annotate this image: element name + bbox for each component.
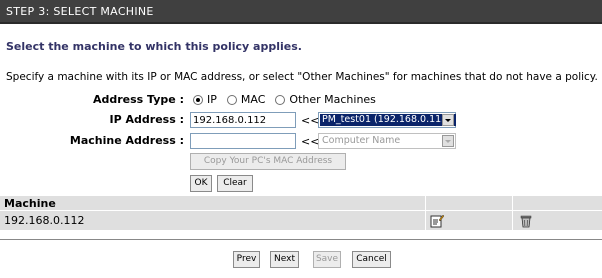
- copy-mac-address-button[interactable]: Copy Your PC's MAC Address: [190, 153, 346, 170]
- machine-computer-select[interactable]: Computer Name: [318, 133, 456, 149]
- column-divider: [425, 196, 426, 230]
- column-divider: [512, 196, 513, 230]
- ip-copy-arrow: <<: [301, 114, 320, 127]
- ok-button[interactable]: OK: [190, 175, 212, 192]
- ip-computer-select[interactable]: PM_test01 (192.168.0.112 ): [318, 112, 457, 128]
- ip-computer-select-value: PM_test01 (192.168.0.112 ): [319, 113, 457, 127]
- next-button[interactable]: Next: [270, 251, 299, 268]
- address-type-label: Address Type :: [92, 93, 184, 106]
- machine-cell: 192.168.0.112: [4, 214, 85, 227]
- step-title: STEP 3: SELECT MACHINE: [6, 5, 154, 18]
- save-button[interactable]: Save: [313, 251, 341, 268]
- radio-mac[interactable]: [226, 94, 237, 105]
- instructions-text: Specify a machine with its IP or MAC add…: [6, 71, 598, 83]
- clear-button[interactable]: Clear: [217, 175, 253, 192]
- ip-address-input[interactable]: [190, 112, 296, 128]
- chevron-down-icon: [442, 135, 454, 147]
- section-subtitle: Select the machine to which this policy …: [6, 40, 302, 53]
- radio-ip[interactable]: [193, 94, 203, 105]
- radio-mac-label: MAC: [240, 93, 266, 106]
- machine-computer-select-value: Computer Name: [322, 135, 401, 146]
- address-type-radio-group: IP MAC Other Machines: [193, 93, 386, 106]
- step-header: STEP 3: SELECT MACHINE: [0, 0, 602, 24]
- radio-other-machines-label: Other Machines: [289, 93, 376, 106]
- edit-icon[interactable]: [430, 214, 444, 228]
- trash-icon[interactable]: [520, 214, 532, 228]
- radio-ip-label: IP: [207, 93, 217, 106]
- prev-button[interactable]: Prev: [233, 251, 260, 268]
- cancel-button[interactable]: Cancel: [352, 251, 391, 268]
- machine-copy-arrow: <<: [301, 135, 320, 148]
- footer-divider: [0, 239, 602, 240]
- ip-address-label: IP Address :: [109, 113, 184, 126]
- chevron-down-icon: [442, 114, 454, 126]
- machine-address-input[interactable]: [190, 133, 296, 149]
- machine-address-label: Machine Address :: [69, 134, 184, 147]
- radio-other-machines[interactable]: [275, 94, 286, 105]
- machine-column-header: Machine: [4, 197, 56, 210]
